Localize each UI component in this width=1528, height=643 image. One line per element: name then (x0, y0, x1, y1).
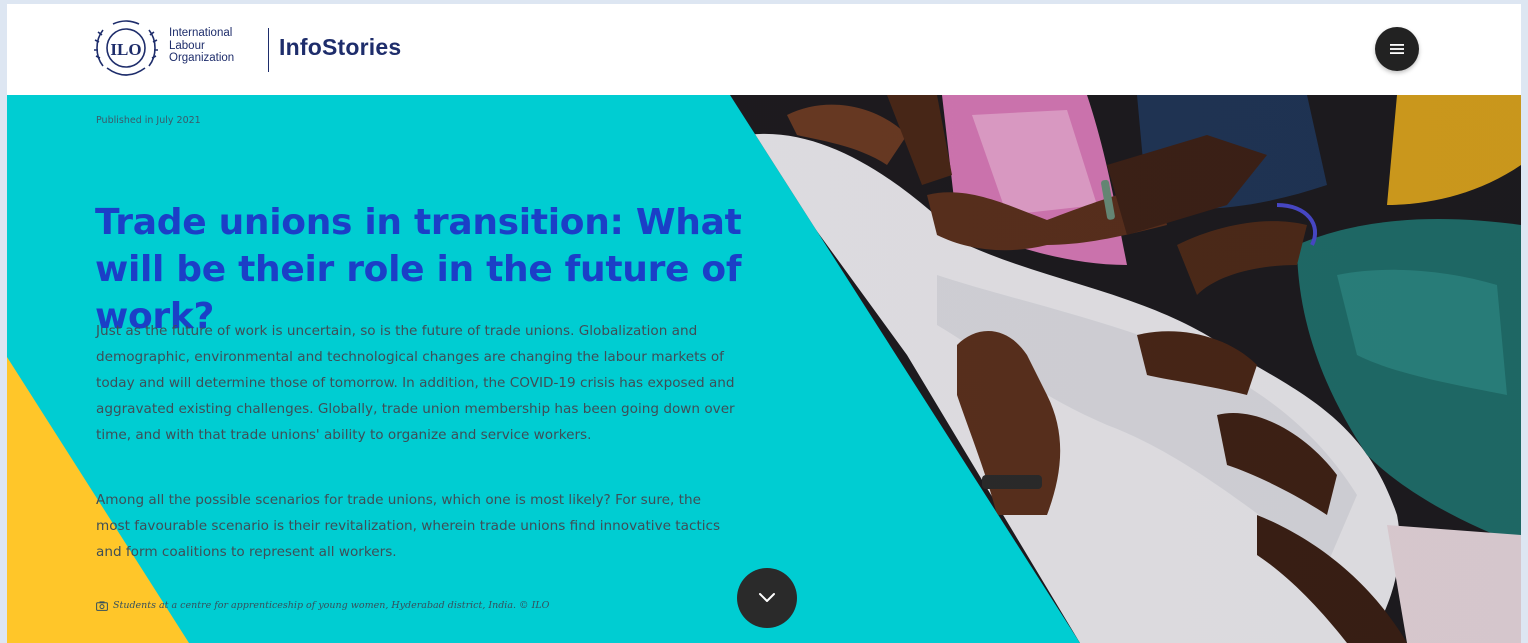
published-date: Published in July 2021 (96, 115, 201, 126)
intro-paragraph-1: Just as the future of work is uncertain,… (96, 323, 735, 443)
scroll-down-button[interactable] (737, 568, 797, 628)
photo-caption: Students at a centre for apprenticeship … (96, 600, 549, 611)
brand-name: InfoStories (279, 34, 402, 60)
organization-name: International Labour Organization (169, 27, 259, 65)
ilo-emblem-icon: ILO (94, 20, 158, 76)
logo-divider (268, 28, 269, 72)
intro-paragraph-2: Among all the possible scenarios for tra… (96, 492, 721, 560)
photo-caption-text: Students at a centre for apprenticeship … (113, 600, 550, 611)
camera-icon (96, 600, 108, 611)
emblem-letters: ILO (110, 40, 141, 59)
hero-section: Published in July 2021 Trade unions in t… (7, 95, 1521, 643)
page-frame: ILO International Labour Organization In… (7, 4, 1521, 643)
ilo-infostories-logo-link[interactable]: ILO International Labour Organization In… (93, 18, 433, 80)
site-header: ILO International Labour Organization In… (7, 4, 1521, 95)
org-name-line-1: International (169, 27, 233, 39)
menu-button[interactable] (1375, 27, 1419, 71)
chevron-down-icon (759, 593, 775, 602)
org-name-line-2: Labour (169, 39, 205, 52)
hamburger-icon (1390, 44, 1404, 54)
org-name-line-3: Organization (169, 52, 235, 64)
